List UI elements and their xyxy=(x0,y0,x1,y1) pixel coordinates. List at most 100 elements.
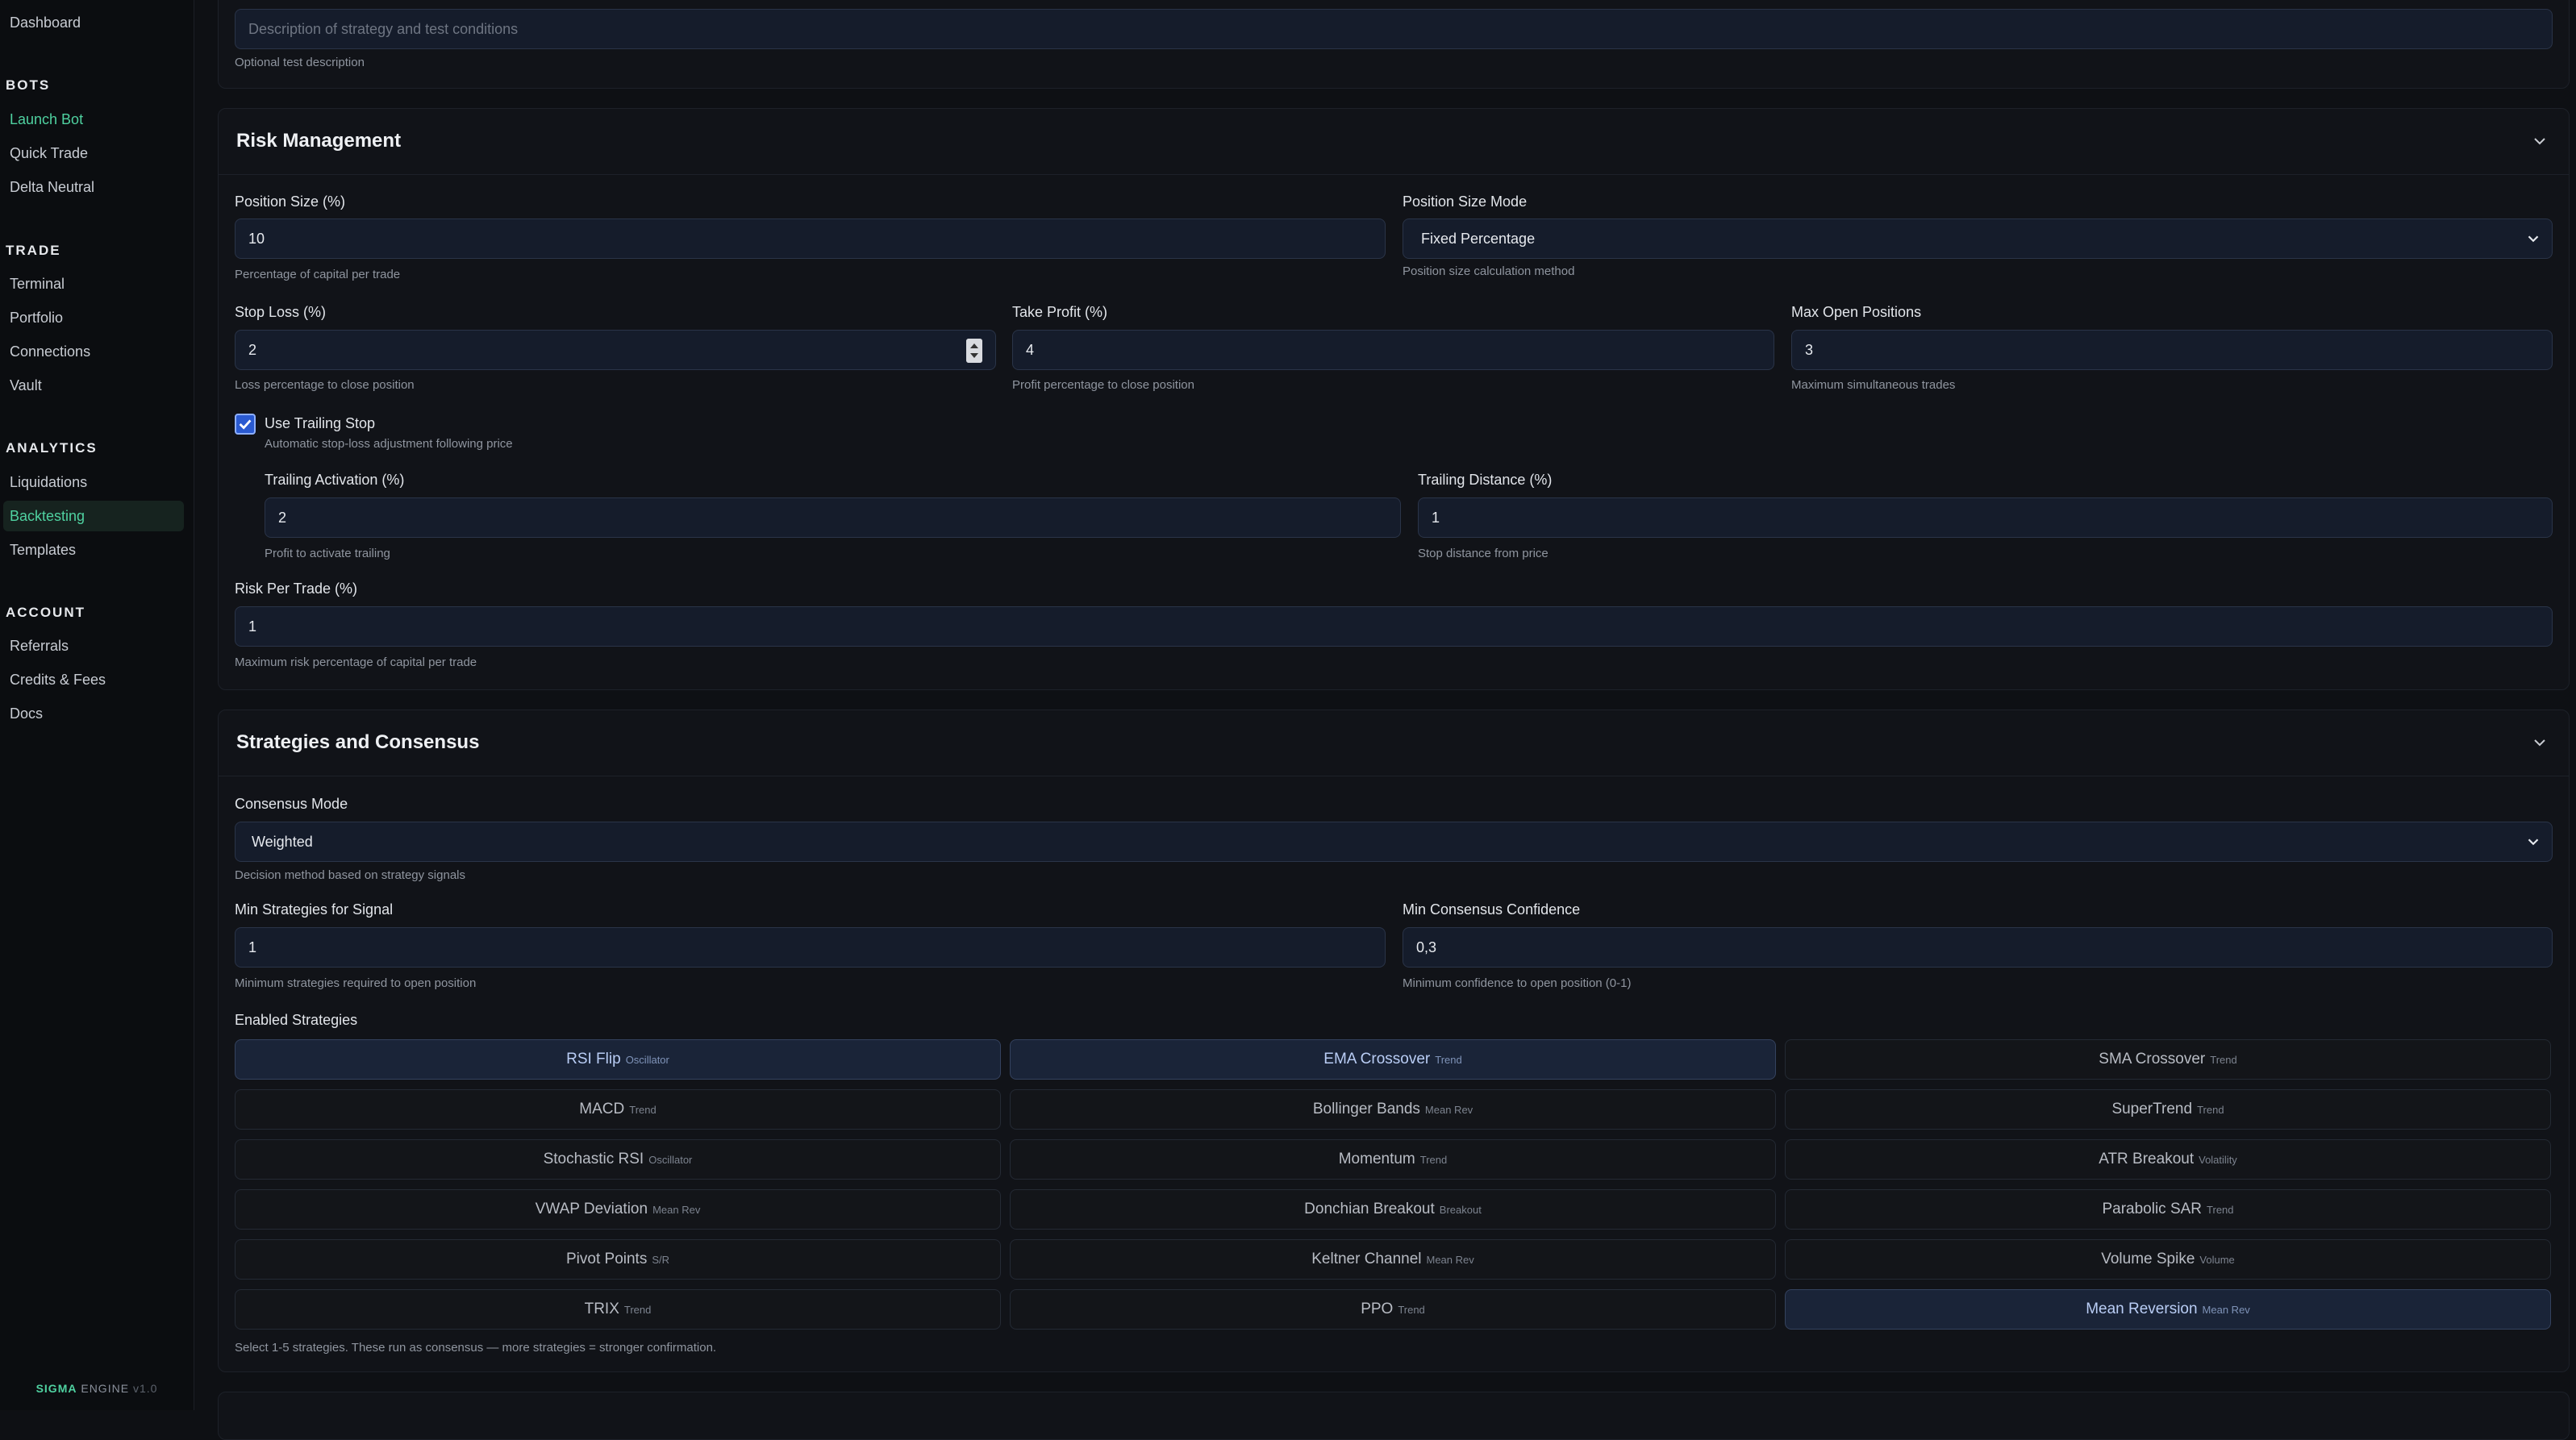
stop-loss-input[interactable]: 2 xyxy=(235,330,996,370)
min-strategies-label: Min Strategies for Signal xyxy=(235,901,394,918)
max-open-label: Max Open Positions xyxy=(1791,304,1922,320)
strategy-category: Mean Rev xyxy=(2202,1304,2250,1316)
risk-per-trade-input[interactable]: 1 xyxy=(235,606,2553,647)
strategy-name: ATR Breakout xyxy=(2099,1151,2195,1167)
strategy-category: Trend xyxy=(623,1304,652,1316)
strategy-name: PPO xyxy=(1361,1301,1394,1317)
chevron-down-icon[interactable] xyxy=(2530,131,2549,151)
position-mode-hint: Position size calculation method xyxy=(1403,264,1575,278)
chevron-down-icon[interactable] xyxy=(2530,733,2549,752)
strategy-category: Oscillator xyxy=(648,1154,693,1166)
min-strategies-input[interactable]: 1 xyxy=(235,927,1386,968)
checkmark-icon xyxy=(239,419,252,430)
strategy-category: Mean Rev xyxy=(1426,1254,1474,1266)
strategy-option[interactable]: Keltner Channel Mean Rev xyxy=(1010,1239,1776,1280)
max-open-hint: Maximum simultaneous trades xyxy=(1791,378,1956,392)
min-confidence-input[interactable]: 0,3 xyxy=(1403,927,2553,968)
strategy-name: EMA Crossover xyxy=(1323,1051,1431,1068)
strategy-name: Bollinger Bands xyxy=(1312,1101,1420,1117)
sidebar-item-dashboard[interactable]: Dashboard xyxy=(3,7,184,38)
strategy-option[interactable]: EMA Crossover Trend xyxy=(1010,1039,1776,1080)
consensus-mode-label: Consensus Mode xyxy=(235,796,348,812)
sidebar-item-portfolio[interactable]: Portfolio xyxy=(3,302,184,333)
strategy-category: Trend xyxy=(1398,1304,1425,1316)
trailing-stop-label[interactable]: Use Trailing Stop xyxy=(265,415,375,432)
brand-name: SIGMA xyxy=(35,1382,77,1395)
strategy-category: S/R xyxy=(652,1254,669,1266)
strategy-category: Breakout xyxy=(1439,1204,1482,1216)
strategy-option[interactable]: MACD Trend xyxy=(235,1089,1001,1130)
risk-management-header[interactable]: Risk Management xyxy=(219,109,2569,175)
stop-loss-value: 2 xyxy=(248,342,257,358)
strategy-option[interactable]: VWAP Deviation Mean Rev xyxy=(235,1189,1001,1230)
trailing-distance-label: Trailing Distance (%) xyxy=(1418,472,1553,488)
sidebar-item-terminal[interactable]: Terminal xyxy=(3,268,184,299)
strategy-option[interactable]: PPO Trend xyxy=(1010,1289,1776,1330)
trailing-activation-hint: Profit to activate trailing xyxy=(265,547,390,560)
sidebar-item-credits-fees[interactable]: Credits & Fees xyxy=(3,664,184,695)
strategy-category: Volume xyxy=(2199,1254,2235,1266)
trailing-distance-input[interactable]: 1 xyxy=(1418,497,2553,538)
position-mode-value: Fixed Percentage xyxy=(1421,231,1536,247)
trailing-stop-checkbox[interactable] xyxy=(235,414,256,435)
strategy-option[interactable]: Parabolic SAR Trend xyxy=(1785,1189,2551,1230)
position-size-input[interactable]: 10 xyxy=(235,218,1386,259)
take-profit-input[interactable]: 4 xyxy=(1012,330,1774,370)
strategy-option[interactable]: Stochastic RSI Oscillator xyxy=(235,1139,1001,1180)
strategy-option[interactable]: Donchian Breakout Breakout xyxy=(1010,1189,1776,1230)
strategy-name: Donchian Breakout xyxy=(1304,1201,1435,1217)
strategy-option[interactable]: Pivot Points S/R xyxy=(235,1239,1001,1280)
trailing-activation-label: Trailing Activation (%) xyxy=(265,472,405,488)
strategy-option[interactable]: Momentum Trend xyxy=(1010,1139,1776,1180)
position-mode-label: Position Size Mode xyxy=(1403,194,1528,210)
strategy-option[interactable]: ATR Breakout Volatility xyxy=(1785,1139,2551,1180)
consensus-mode-select[interactable]: Weighted xyxy=(235,822,2553,862)
strategies-card: Strategies and Consensus Consensus Mode … xyxy=(218,710,2570,1372)
position-mode-select[interactable]: Fixed Percentage xyxy=(1403,218,2553,259)
max-open-input[interactable]: 3 xyxy=(1791,330,2553,370)
risk-per-trade-label: Risk Per Trade (%) xyxy=(235,581,358,597)
strategies-footnote: Select 1-5 strategies. These run as cons… xyxy=(235,1341,717,1355)
strategy-option[interactable]: Mean Reversion Mean Rev xyxy=(1785,1289,2551,1330)
description-input[interactable]: Description of strategy and test conditi… xyxy=(235,9,2553,49)
strategies-title: Strategies and Consensus xyxy=(236,731,480,753)
sidebar-item-liquidations[interactable]: Liquidations xyxy=(3,467,184,497)
strategy-option[interactable]: SuperTrend Trend xyxy=(1785,1089,2551,1130)
strategy-option[interactable]: Volume Spike Volume xyxy=(1785,1239,2551,1280)
sidebar-item-docs[interactable]: Docs xyxy=(3,698,184,729)
strategy-name: Mean Reversion xyxy=(2086,1301,2198,1317)
stop-loss-hint: Loss percentage to close position xyxy=(235,378,415,392)
strategy-category: Trend xyxy=(1419,1154,1448,1166)
sidebar-item-launch-bot[interactable]: Launch Bot xyxy=(3,104,184,135)
sidebar-item-connections[interactable]: Connections xyxy=(3,336,184,367)
strategies-header[interactable]: Strategies and Consensus xyxy=(219,710,2569,776)
sidebar-item-referrals[interactable]: Referrals xyxy=(3,631,184,661)
strategy-category: Volatility xyxy=(2199,1154,2237,1166)
strategy-name: VWAP Deviation xyxy=(535,1201,648,1217)
section-title-bots: BOTS xyxy=(6,77,51,93)
sidebar-item-backtesting[interactable]: Backtesting xyxy=(3,501,184,531)
strategy-option[interactable]: TRIX Trend xyxy=(235,1289,1001,1330)
sidebar-item-quick-trade[interactable]: Quick Trade xyxy=(3,138,184,169)
strategy-option[interactable]: Bollinger Bands Mean Rev xyxy=(1010,1089,1776,1130)
strategy-option[interactable]: RSI Flip Oscillator xyxy=(235,1039,1001,1080)
strategy-option[interactable]: SMA Crossover Trend xyxy=(1785,1039,2551,1080)
sidebar: Dashboard BOTS Launch Bot Quick Trade De… xyxy=(0,0,194,1410)
strategy-name: SMA Crossover xyxy=(2099,1051,2206,1068)
next-card xyxy=(218,1392,2570,1440)
strategy-name: Pivot Points xyxy=(566,1251,648,1267)
strategy-name: Stochastic RSI xyxy=(543,1151,644,1167)
sidebar-item-delta-neutral[interactable]: Delta Neutral xyxy=(3,172,184,202)
strategy-category: Mean Rev xyxy=(1424,1104,1473,1116)
trailing-activation-input[interactable]: 2 xyxy=(265,497,1401,538)
brand-footer: SIGMA ENGINE v1.0 xyxy=(0,1382,194,1395)
position-size-hint: Percentage of capital per trade xyxy=(235,268,401,281)
sidebar-item-templates[interactable]: Templates xyxy=(3,535,184,565)
sidebar-item-vault[interactable]: Vault xyxy=(3,370,184,401)
risk-management-title: Risk Management xyxy=(236,130,402,152)
strategy-name: Parabolic SAR xyxy=(2102,1201,2203,1217)
section-title-trade: TRADE xyxy=(6,243,61,258)
brand-sub: ENGINE xyxy=(81,1382,130,1395)
number-stepper[interactable] xyxy=(966,339,982,363)
min-confidence-hint: Minimum confidence to open position (0-1… xyxy=(1403,976,1632,990)
